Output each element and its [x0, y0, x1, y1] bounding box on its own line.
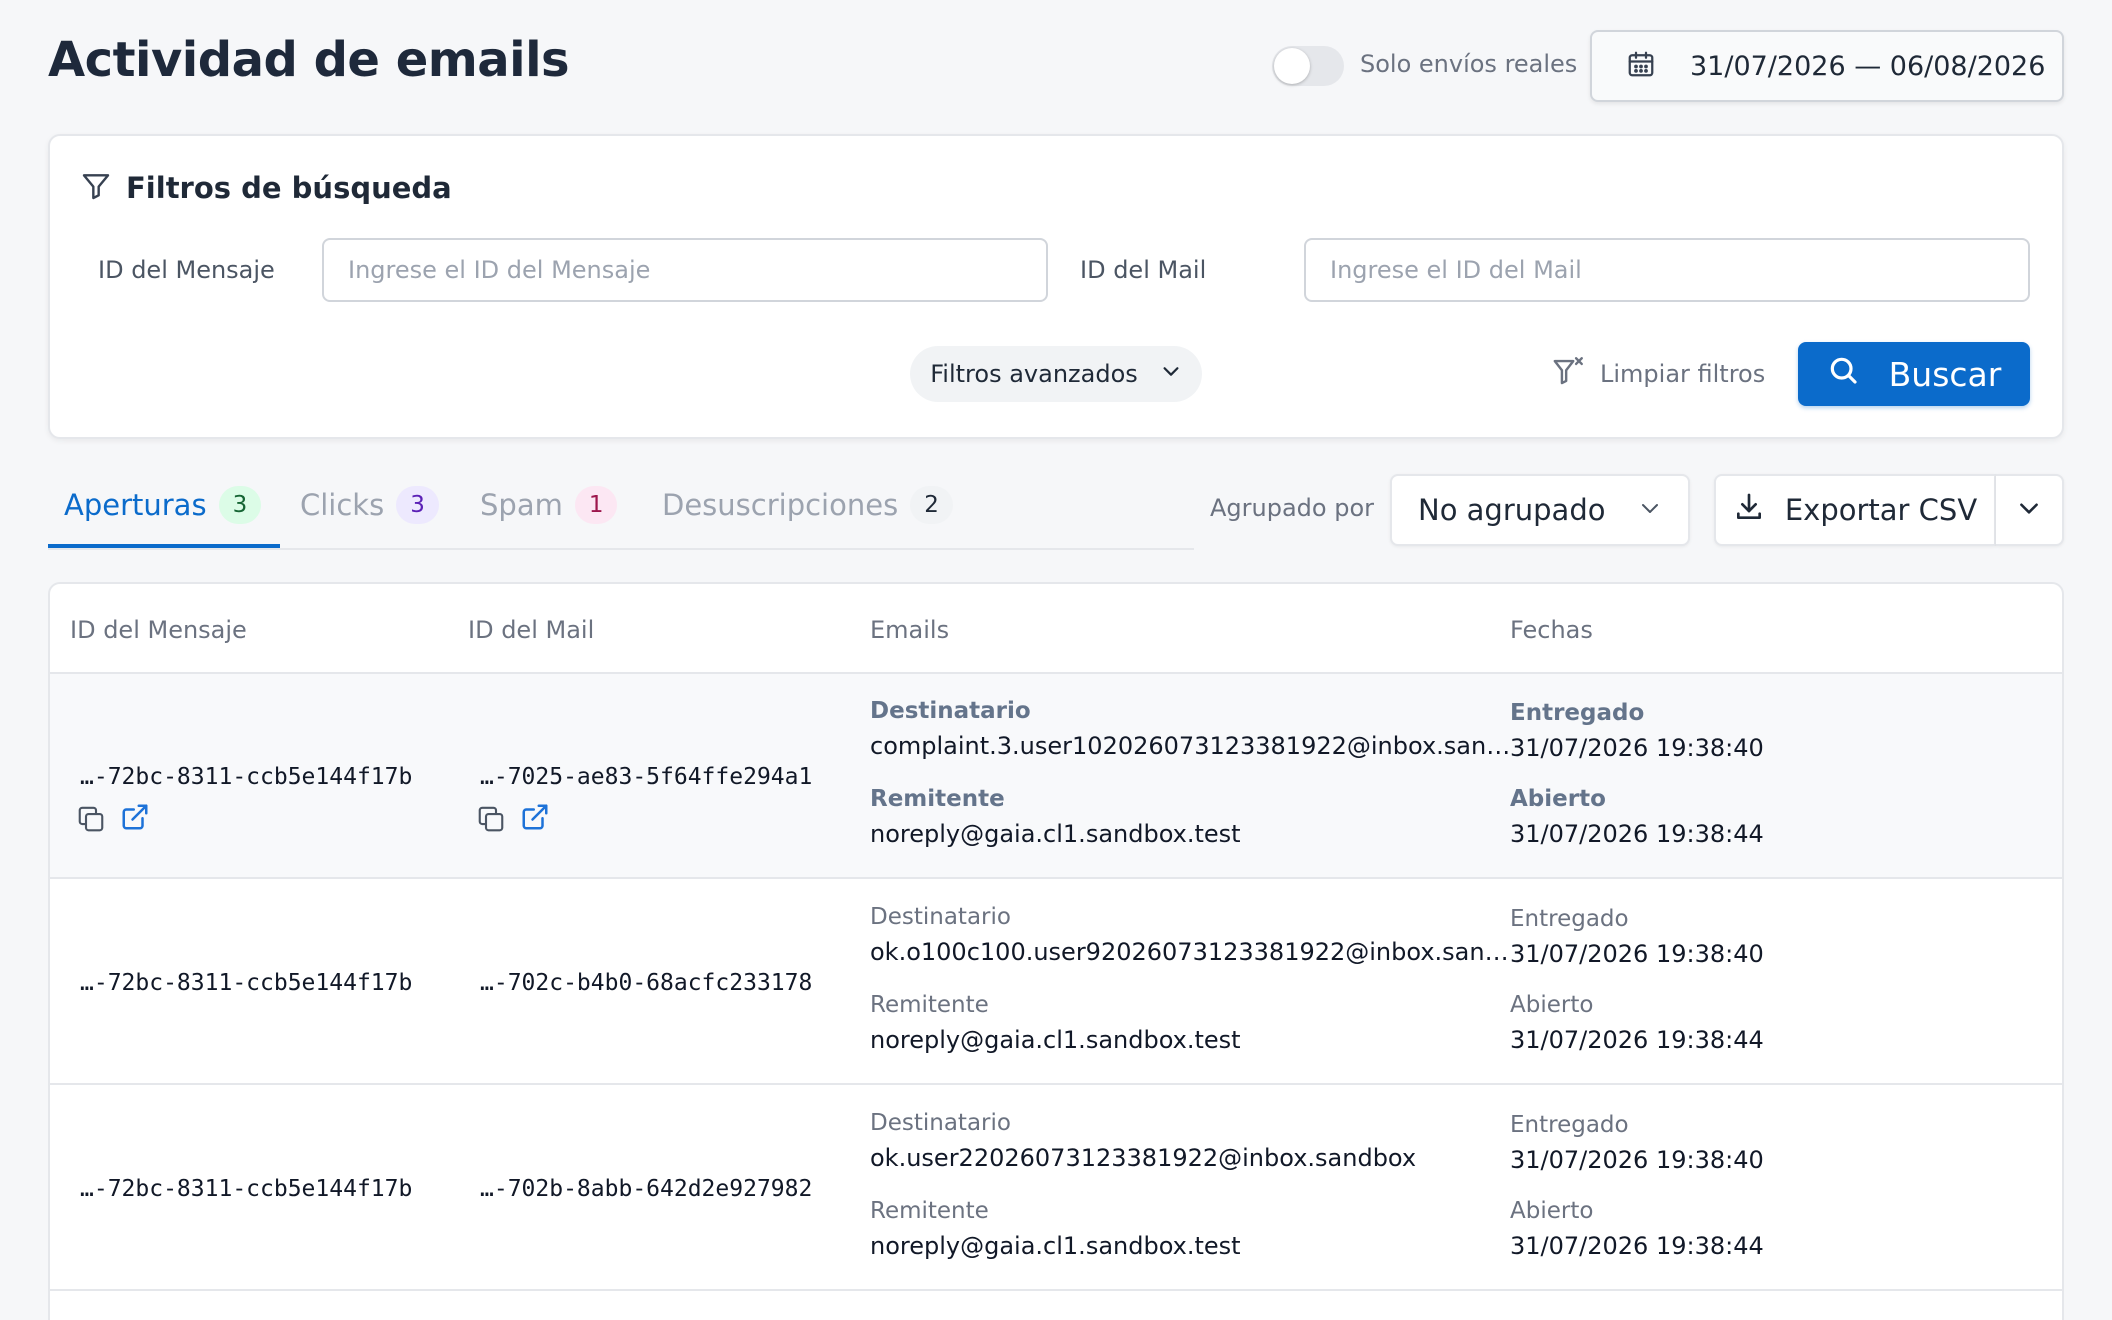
calendar-icon — [1626, 49, 1656, 83]
opened-date: 31/07/2026 19:38:44 — [1510, 1232, 1764, 1260]
message-id-label: ID del Mensaje — [98, 256, 275, 284]
message-id-input[interactable] — [322, 238, 1048, 302]
message-id-value: …-72bc-8311-ccb5e144f17b — [80, 1176, 413, 1202]
delivered-date: 31/07/2026 19:38:40 — [1510, 734, 1764, 762]
table-row[interactable]: …-72bc-8311-ccb5e144f17b …-7025-ae83-5f6… — [50, 674, 2062, 879]
delivered-label: Entregado — [1510, 700, 1645, 726]
clear-filters-label: Limpiar filtros — [1600, 360, 1766, 388]
chevron-down-icon — [1638, 493, 1662, 527]
tab-desuscripciones[interactable]: Desuscripciones 2 — [662, 486, 953, 524]
tab-count-badge: 1 — [574, 486, 618, 524]
tab-count-badge: 3 — [218, 486, 262, 524]
sender-label: Remitente — [870, 786, 1005, 812]
delivered-date: 31/07/2026 19:38:40 — [1510, 940, 1764, 968]
clear-filters-button[interactable]: Limpiar filtros — [1552, 354, 1765, 394]
delivered-date: 31/07/2026 19:38:40 — [1510, 1146, 1764, 1174]
external-link-icon[interactable] — [518, 800, 552, 834]
message-id-value: …-72bc-8311-ccb5e144f17b — [80, 970, 413, 996]
tab-spam[interactable]: Spam 1 — [480, 486, 618, 524]
advanced-filters-label: Filtros avanzados — [930, 360, 1138, 388]
sender-label: Remitente — [870, 1198, 989, 1224]
tab-count-badge: 2 — [910, 486, 953, 524]
mail-id-value: …-7025-ae83-5f64ffe294a1 — [480, 764, 813, 790]
toggle-knob — [1274, 48, 1310, 84]
sender-label: Remitente — [870, 992, 989, 1018]
opened-date: 31/07/2026 19:38:44 — [1510, 1026, 1764, 1054]
recipient-label: Destinatario — [870, 1110, 1011, 1136]
search-button[interactable]: Buscar — [1798, 342, 2030, 406]
column-header-mail-id: ID del Mail — [468, 616, 595, 644]
tabs-divider — [48, 548, 1194, 550]
activity-table: ID del Mensaje ID del Mail Emails Fechas… — [48, 582, 2064, 1320]
column-header-message-id: ID del Mensaje — [70, 616, 247, 644]
advanced-filters-button[interactable]: Filtros avanzados — [910, 346, 1202, 402]
filters-title: Filtros de búsqueda — [126, 171, 452, 205]
recipient-email: ok.o100c100.user92026073123381922@inbox.… — [870, 938, 1516, 966]
table-row[interactable]: …-72bc-8311-ccb5e144f17b …-702c-b4b0-68a… — [50, 880, 2062, 1085]
mail-id-input[interactable] — [1304, 238, 2030, 302]
real-sends-toggle[interactable] — [1272, 46, 1344, 86]
date-range-text: 31/07/2026 — 06/08/2026 — [1690, 50, 2046, 82]
chevron-down-icon — [1160, 360, 1182, 388]
column-header-emails: Emails — [870, 616, 950, 644]
external-link-icon[interactable] — [118, 800, 152, 834]
export-options-button[interactable] — [1996, 474, 2064, 546]
recipient-label: Destinatario — [870, 904, 1011, 930]
export-csv-label: Exportar CSV — [1784, 493, 1978, 527]
delivered-label: Entregado — [1510, 1112, 1629, 1138]
search-label: Buscar — [1888, 354, 2002, 394]
mail-id-value: …-702c-b4b0-68acfc233178 — [480, 970, 813, 996]
page-title: Actividad de emails — [48, 32, 570, 88]
group-by-label: Agrupado por — [1210, 494, 1375, 522]
tab-label: Aperturas — [64, 488, 207, 522]
real-sends-toggle-label: Solo envíos reales — [1360, 50, 1578, 78]
clear-filter-icon — [1552, 354, 1586, 394]
export-csv-button[interactable]: Exportar CSV — [1714, 474, 1996, 546]
active-tab-indicator — [48, 544, 280, 548]
tab-label: Clicks — [300, 488, 385, 522]
tab-label: Desuscripciones — [662, 488, 899, 522]
mail-id-label: ID del Mail — [1080, 256, 1207, 284]
copy-icon[interactable] — [474, 802, 508, 836]
filters-header: Filtros de búsqueda — [80, 170, 452, 206]
tab-aperturas[interactable]: Aperturas 3 — [64, 486, 262, 524]
group-by-value: No agrupado — [1418, 493, 1606, 527]
sender-email: noreply@gaia.cl1.sandbox.test — [870, 1026, 1241, 1054]
filter-icon — [80, 170, 112, 206]
search-icon — [1827, 354, 1859, 394]
recipient-email: ok.user22026073123381922@inbox.sandbox — [870, 1144, 1417, 1172]
recipient-email: complaint.3.user102026073123381922@inbox… — [870, 732, 1516, 760]
mail-id-value: …-702b-8abb-642d2e927982 — [480, 1176, 813, 1202]
tab-clicks[interactable]: Clicks 3 — [300, 486, 439, 524]
tab-label: Spam — [480, 488, 563, 522]
delivered-label: Entregado — [1510, 906, 1629, 932]
message-id-value: …-72bc-8311-ccb5e144f17b — [80, 764, 413, 790]
sender-email: noreply@gaia.cl1.sandbox.test — [870, 820, 1241, 848]
opened-date: 31/07/2026 19:38:44 — [1510, 820, 1764, 848]
tab-count-badge: 3 — [396, 486, 439, 524]
download-icon — [1733, 491, 1765, 530]
date-range-picker[interactable]: 31/07/2026 — 06/08/2026 — [1590, 30, 2064, 102]
column-header-dates: Fechas — [1510, 616, 1593, 644]
chevron-down-icon — [2016, 495, 2042, 525]
group-by-select[interactable]: No agrupado — [1390, 474, 1690, 546]
opened-label: Abierto — [1510, 992, 1594, 1018]
recipient-label: Destinatario — [870, 698, 1031, 724]
sender-email: noreply@gaia.cl1.sandbox.test — [870, 1232, 1241, 1260]
opened-label: Abierto — [1510, 786, 1606, 812]
copy-icon[interactable] — [74, 802, 108, 836]
table-row[interactable]: …-72bc-8311-ccb5e144f17b …-702b-8abb-642… — [50, 1086, 2062, 1291]
opened-label: Abierto — [1510, 1198, 1594, 1224]
